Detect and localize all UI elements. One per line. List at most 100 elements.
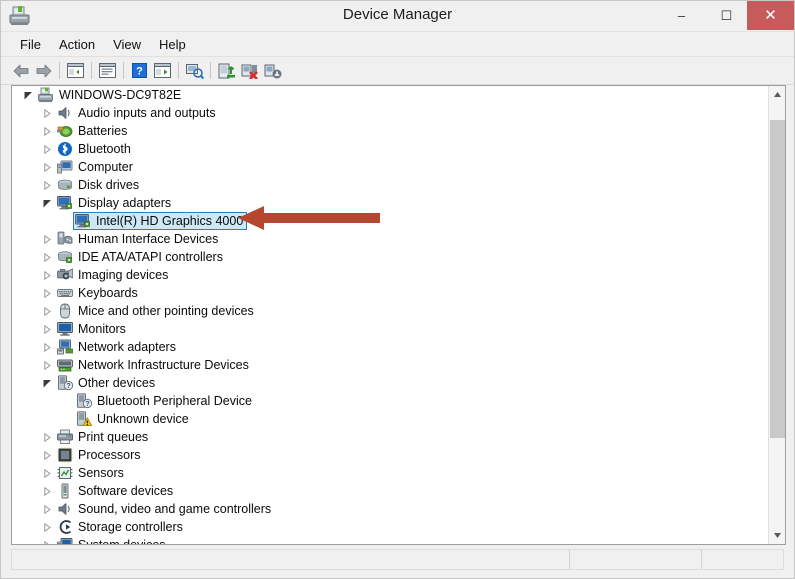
menu-item-action[interactable]: Action: [50, 34, 104, 55]
expander-collapsed-icon[interactable]: [39, 338, 55, 356]
expander-expanded-icon[interactable]: [39, 194, 55, 212]
expander-collapsed-icon[interactable]: [39, 356, 55, 374]
minimize-button[interactable]: –: [659, 1, 704, 30]
tree-item-intel-r-hd-graphics-4000[interactable]: Intel(R) HD Graphics 4000: [12, 212, 768, 230]
expander-collapsed-icon[interactable]: [39, 464, 55, 482]
tree-item-software-devices[interactable]: Software devices: [12, 482, 768, 500]
expander-expanded-icon[interactable]: [39, 374, 55, 392]
disable-device-icon[interactable]: [261, 59, 284, 82]
expander-collapsed-icon[interactable]: [39, 140, 55, 158]
expander-collapsed-icon[interactable]: [39, 176, 55, 194]
tree-item-disk-drives[interactable]: Disk drives: [12, 176, 768, 194]
tree-item-content: ?Bluetooth Peripheral Device: [74, 392, 256, 410]
tree-item-keyboards[interactable]: Keyboards: [12, 284, 768, 302]
expander-collapsed-icon[interactable]: [39, 158, 55, 176]
tree-item-storage-controllers[interactable]: Storage controllers: [12, 518, 768, 536]
tree-item-label: Unknown device: [97, 410, 189, 428]
scroll-up-icon[interactable]: [769, 86, 786, 103]
tree-item-network-adapters[interactable]: Network adapters: [12, 338, 768, 356]
maximize-button[interactable]: ☐: [704, 1, 749, 30]
expander-collapsed-icon[interactable]: [39, 536, 55, 544]
tree-item-sensors[interactable]: Sensors: [12, 464, 768, 482]
tree-item-bluetooth[interactable]: Bluetooth: [12, 140, 768, 158]
close-button[interactable]: ✕: [747, 1, 794, 30]
expander-expanded-icon[interactable]: [20, 86, 36, 104]
scan-for-hardware-changes-icon[interactable]: [183, 59, 206, 82]
status-pane-2: [570, 550, 702, 569]
tree-item-system-devices[interactable]: System devices: [12, 536, 768, 544]
tree-item-content: Bluetooth: [55, 140, 135, 158]
menu-item-help[interactable]: Help: [150, 34, 195, 55]
status-pane-1: [12, 550, 570, 569]
tree-item-processors[interactable]: Processors: [12, 446, 768, 464]
expander-collapsed-icon[interactable]: [39, 122, 55, 140]
tree-item-batteries[interactable]: Batteries: [12, 122, 768, 140]
update-driver-icon[interactable]: [215, 59, 238, 82]
toolbar-separator: [123, 62, 124, 79]
close-icon: ✕: [747, 1, 794, 30]
expander-collapsed-icon[interactable]: [39, 482, 55, 500]
tree-item-other-devices[interactable]: ?Other devices: [12, 374, 768, 392]
tree-item-windows-dc9t82e[interactable]: WINDOWS-DC9T82E: [12, 86, 768, 104]
software-device-icon: [57, 483, 73, 499]
tree-item-unknown-device[interactable]: Unknown device: [12, 410, 768, 428]
expander-collapsed-icon[interactable]: [39, 518, 55, 536]
tree-item-content: Sound, video and game controllers: [55, 500, 275, 518]
tree-item-human-interface-devices[interactable]: Human Interface Devices: [12, 230, 768, 248]
menu-item-view[interactable]: View: [104, 34, 150, 55]
tree-item-label: Batteries: [78, 122, 127, 140]
tree-item-label: Sensors: [78, 464, 124, 482]
uninstall-device-icon[interactable]: [238, 59, 261, 82]
unknown-device-icon: ?: [76, 393, 92, 409]
tree-item-content: IDE ATA/ATAPI controllers: [55, 248, 227, 266]
expander-collapsed-icon[interactable]: [39, 230, 55, 248]
expander-collapsed-icon[interactable]: [39, 266, 55, 284]
network-infrastructure-icon: [57, 357, 73, 373]
tree-item-bluetooth-peripheral-device[interactable]: ?Bluetooth Peripheral Device: [12, 392, 768, 410]
tree-item-label: IDE ATA/ATAPI controllers: [78, 248, 223, 266]
processor-icon: [57, 447, 73, 463]
tree-item-content: Sensors: [55, 464, 128, 482]
hid-icon: [57, 231, 73, 247]
scrollbar-thumb[interactable]: [770, 120, 785, 438]
tree-item-label: Software devices: [78, 482, 173, 500]
tree-item-sound-video-and-game-controllers[interactable]: Sound, video and game controllers: [12, 500, 768, 518]
scroll-down-icon[interactable]: [769, 527, 786, 544]
minimize-icon: –: [659, 1, 704, 30]
show-hide-console-tree-icon[interactable]: [64, 59, 87, 82]
device-manager-window: Device Manager – ☐ ✕ FileActionViewHelp …: [0, 0, 795, 579]
vertical-scrollbar[interactable]: [768, 86, 785, 544]
expander-collapsed-icon[interactable]: [39, 104, 55, 122]
tree-item-label: Display adapters: [78, 194, 171, 212]
tree-item-content: Network Infrastructure Devices: [55, 356, 253, 374]
bluetooth-icon: [57, 141, 73, 157]
svg-text:?: ?: [136, 66, 143, 78]
tree-item-mice-and-other-pointing-devices[interactable]: Mice and other pointing devices: [12, 302, 768, 320]
menu-item-file[interactable]: File: [11, 34, 50, 55]
expander-collapsed-icon[interactable]: [39, 320, 55, 338]
tree-item-monitors[interactable]: Monitors: [12, 320, 768, 338]
status-pane-3: [702, 550, 783, 569]
tree-item-computer[interactable]: Computer: [12, 158, 768, 176]
expander-collapsed-icon[interactable]: [39, 248, 55, 266]
expander-collapsed-icon[interactable]: [39, 446, 55, 464]
forward-icon[interactable]: [32, 59, 55, 82]
expander-collapsed-icon[interactable]: [39, 284, 55, 302]
help-icon[interactable]: ?: [128, 59, 151, 82]
tree-item-content: Human Interface Devices: [55, 230, 222, 248]
expander-collapsed-icon[interactable]: [39, 302, 55, 320]
tree-item-display-adapters[interactable]: Display adapters: [12, 194, 768, 212]
back-icon[interactable]: [9, 59, 32, 82]
tree-item-ide-ata-atapi-controllers[interactable]: IDE ATA/ATAPI controllers: [12, 248, 768, 266]
tree-item-audio-inputs-and-outputs[interactable]: Audio inputs and outputs: [12, 104, 768, 122]
tree-item-imaging-devices[interactable]: Imaging devices: [12, 266, 768, 284]
tree-item-print-queues[interactable]: Print queues: [12, 428, 768, 446]
expander-collapsed-icon[interactable]: [39, 428, 55, 446]
view-icon[interactable]: [151, 59, 174, 82]
expander-collapsed-icon[interactable]: [39, 500, 55, 518]
tree-item-content: Monitors: [55, 320, 130, 338]
properties-icon[interactable]: [96, 59, 119, 82]
tree-item-content: Computer: [55, 158, 137, 176]
tree-item-network-infrastructure-devices[interactable]: Network Infrastructure Devices: [12, 356, 768, 374]
expander-placeholder: [58, 212, 74, 230]
